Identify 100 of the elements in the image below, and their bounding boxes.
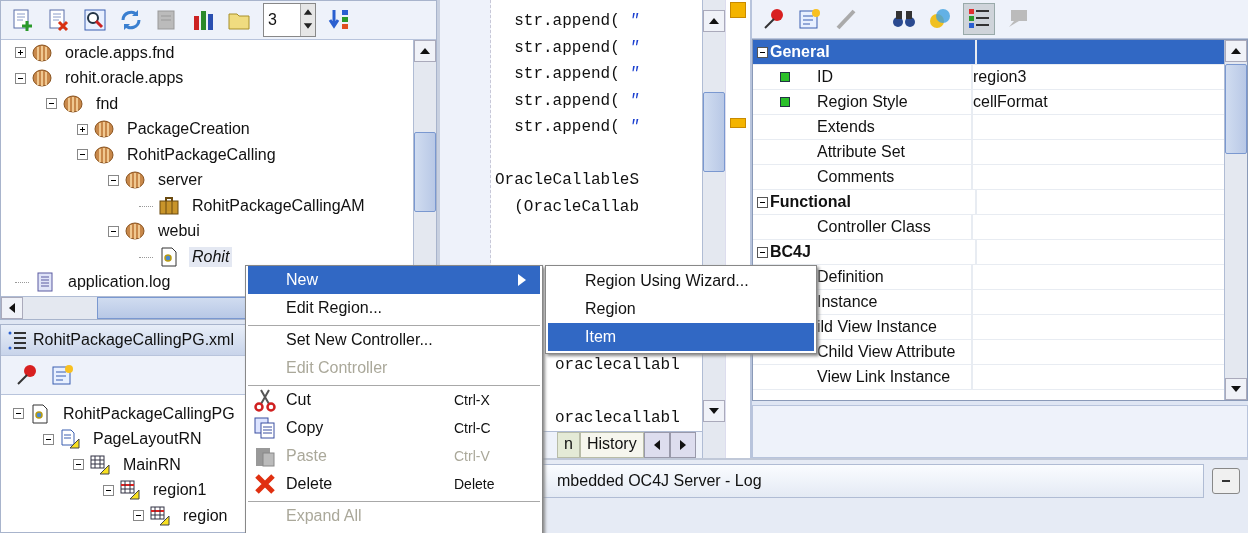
tree-toggle[interactable]: [77, 123, 88, 135]
minimize-button[interactable]: [1212, 468, 1240, 494]
scroll-up-icon[interactable]: [1231, 48, 1241, 54]
search-icon[interactable]: [83, 8, 107, 32]
depth-spinner[interactable]: 3: [263, 3, 316, 37]
menu-item[interactable]: Cut Ctrl-X: [248, 385, 540, 414]
scroll-right-button[interactable]: [669, 432, 696, 458]
page-icon: [30, 403, 50, 424]
tree-item[interactable]: webui: [155, 221, 203, 242]
tree-item[interactable]: fnd: [93, 93, 122, 114]
grid-region-icon: [90, 454, 110, 475]
tree-item[interactable]: RohitPackageCalling: [124, 144, 279, 165]
tree-item[interactable]: server: [155, 170, 206, 191]
refresh-icon[interactable]: [119, 8, 143, 32]
menu-item[interactable]: Region Using Wizard...: [548, 267, 814, 295]
tree-item[interactable]: application.log: [65, 272, 174, 293]
code-line: str.append( ": [513, 64, 641, 85]
bar-chart-icon[interactable]: [191, 8, 215, 32]
scroll-up-icon[interactable]: [709, 18, 719, 24]
editor-tab[interactable]: n: [557, 432, 580, 458]
vertical-scrollbar[interactable]: [1224, 40, 1247, 400]
menu-item[interactable]: Set New Controller...: [248, 325, 540, 354]
pencil-icon: [834, 7, 858, 31]
pin-icon[interactable]: [15, 363, 39, 387]
code-line: OracleCallableS: [495, 170, 641, 191]
code-line: oraclecallabl: [555, 354, 681, 376]
package-icon: [125, 221, 145, 242]
tree-item[interactable]: region: [180, 505, 231, 526]
tree-toggle[interactable]: [43, 433, 54, 445]
tree-toggle[interactable]: [103, 484, 114, 496]
tree-item[interactable]: oracle.apps.fnd: [62, 42, 178, 63]
tree-toggle[interactable]: [73, 459, 84, 471]
property-name: Instance: [817, 293, 878, 311]
menu-item[interactable]: New: [248, 266, 540, 294]
collapse-toggle[interactable]: [757, 46, 768, 58]
add-document-icon[interactable]: [11, 8, 35, 32]
code-line: oraclecallabl: [555, 407, 681, 429]
marker-icon[interactable]: [730, 2, 746, 18]
page-icon: [159, 246, 179, 267]
scroll-thumb[interactable]: [1225, 64, 1247, 154]
collapse-toggle[interactable]: [757, 196, 768, 208]
tree-toggle[interactable]: [133, 510, 144, 522]
tree-toggle[interactable]: [108, 225, 119, 237]
remove-document-icon[interactable]: [47, 8, 71, 32]
tree-item[interactable]: RohitPackageCallingAM: [189, 195, 368, 216]
property-value[interactable]: cellFormat: [973, 93, 1048, 111]
tree-toggle[interactable]: [77, 149, 88, 161]
property-name: Region Style: [817, 93, 908, 111]
left-arrow-icon: [653, 440, 660, 450]
tree-item[interactable]: MainRN: [120, 454, 184, 475]
scroll-thumb[interactable]: [414, 132, 436, 212]
tree-item[interactable]: RohitPackageCallingPG: [60, 403, 238, 424]
tree-item[interactable]: Rohit: [189, 246, 233, 267]
list-icon: [7, 330, 27, 350]
property-name: ild View Instance: [817, 318, 937, 336]
tree-toggle[interactable]: [15, 47, 26, 59]
tree-toggle[interactable]: [108, 174, 119, 186]
scissors-icon: [253, 388, 277, 412]
package-icon: [125, 170, 145, 191]
scroll-up-icon[interactable]: [420, 48, 430, 54]
property-name: Definition: [817, 268, 884, 286]
package-icon: [32, 68, 52, 89]
tree-item[interactable]: PageLayoutRN: [90, 429, 205, 450]
property-value[interactable]: region3: [973, 68, 1027, 86]
editor-tab[interactable]: History: [579, 432, 644, 458]
scroll-down-icon[interactable]: [709, 408, 719, 414]
group-name: BC4J: [770, 243, 811, 261]
collapse-toggle[interactable]: [757, 246, 768, 258]
scroll-left-icon[interactable]: [9, 303, 15, 313]
scroll-thumb[interactable]: [703, 92, 725, 172]
scroll-down-icon[interactable]: [1231, 386, 1241, 392]
menu-item[interactable]: Item: [548, 323, 814, 351]
tree-item[interactable]: PackageCreation: [124, 119, 253, 140]
property-name: Attribute Set: [817, 143, 906, 161]
table-region-icon: [150, 505, 170, 526]
tree-toggle[interactable]: [13, 408, 24, 420]
code-line: (OracleCallab: [513, 196, 641, 218]
property-group-row[interactable]: Functional: [753, 190, 1224, 215]
menu-item[interactable]: Edit Region...: [248, 294, 540, 322]
code-line: str.append( ": [513, 37, 641, 59]
code-line: str.append( ": [513, 90, 641, 112]
menu-item[interactable]: Region: [548, 295, 814, 323]
delete-icon: [253, 472, 277, 496]
right-arrow-icon: [679, 440, 686, 450]
tree-item[interactable]: region1: [150, 480, 210, 501]
property-name: Controller Class: [817, 218, 931, 236]
list-view-icon[interactable]: [964, 4, 994, 34]
copy-icon: [253, 416, 277, 440]
marker-icon[interactable]: [730, 118, 746, 128]
scroll-left-button[interactable]: [643, 432, 670, 458]
tree-item[interactable]: rohit.oracle.apps: [62, 68, 187, 89]
tree-toggle[interactable]: [46, 98, 57, 110]
group-name: General: [770, 43, 830, 61]
tree-toggle[interactable]: [15, 72, 26, 84]
pin-icon[interactable]: [762, 7, 786, 31]
menu-item[interactable]: Copy Ctrl-C: [248, 414, 540, 442]
briefcase-icon: [159, 195, 179, 216]
property-name: Child View Attribute: [817, 343, 956, 361]
property-group-row[interactable]: General: [753, 40, 1224, 65]
table-region-icon: [120, 480, 140, 501]
